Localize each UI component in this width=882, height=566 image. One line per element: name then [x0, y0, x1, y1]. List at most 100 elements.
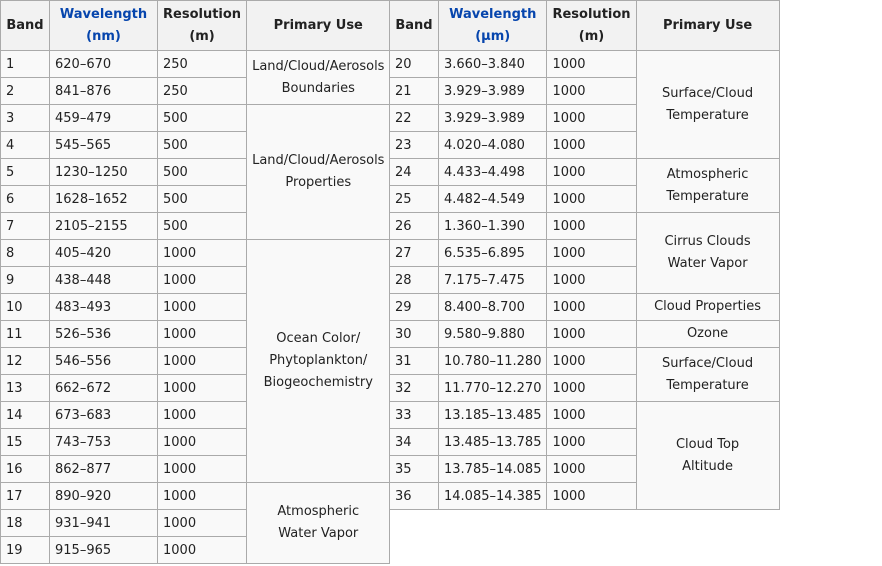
- resolution-cell: 250: [156, 50, 248, 78]
- band-cell: 21: [389, 77, 439, 105]
- resolution-cell: 1000: [546, 455, 637, 483]
- primary-use-line: Boundaries: [281, 80, 355, 96]
- resolution-cell: 1000: [156, 347, 248, 375]
- wavelength-cell: 13.485–13.785: [437, 428, 548, 456]
- wavelength-cell: 13.185–13.485: [437, 401, 548, 429]
- band-cell: 13: [0, 374, 50, 402]
- band-cell: 29: [389, 293, 439, 321]
- table-header-row: Band Wavelength (µm) Resolution (m) Prim…: [389, 0, 780, 51]
- band-cell: 15: [0, 428, 50, 456]
- wavelength-cell: 673–683: [49, 401, 158, 429]
- primary-use-line: Atmospheric: [277, 504, 360, 519]
- resolution-cell: 1000: [156, 509, 248, 537]
- primary-use-line: Surface/Cloud: [662, 355, 754, 371]
- wavelength-cell: 3.929–3.989: [437, 77, 548, 105]
- wavelength-cell: 4.020–4.080: [437, 131, 548, 159]
- band-cell: 22: [389, 104, 439, 132]
- resolution-cell: 1000: [156, 293, 248, 321]
- resolution-cell: 500: [156, 185, 248, 213]
- wavelength-cell: 4.482–4.549: [437, 185, 548, 213]
- primary-use-line: Atmospheric: [666, 166, 749, 182]
- wavelength-cell: 546–556: [49, 347, 158, 375]
- primary-use-line: Cirrus Clouds: [664, 234, 751, 249]
- table-row: 24 4.433–4.498 1000 Atmospheric Temperature: [389, 158, 780, 213]
- wavelength-cell: 1628–1652: [49, 185, 158, 213]
- band-cell: 24: [389, 158, 439, 186]
- wavelength-unit-link[interactable]: (nm): [55, 26, 152, 48]
- primary-use-line: Ozone: [686, 326, 729, 341]
- wavelength-cell: 483–493: [49, 293, 158, 321]
- resolution-cell: 1000: [156, 482, 248, 510]
- table-row: 33 13.185–13.485 1000 Cloud Top Altitude: [389, 401, 780, 510]
- wavelength-cell: 459–479: [49, 104, 158, 132]
- wavelength-cell: 6.535–6.895: [437, 239, 548, 267]
- wavelength-cell: 545–565: [49, 131, 158, 159]
- table-row: 29 8.400–8.700 1000 Cloud Properties: [389, 293, 780, 321]
- band-cell: 26: [389, 212, 439, 240]
- resolution-cell: 1000: [546, 320, 637, 348]
- table-row: 3 459–479 500 Land/Cloud/Aerosols Properties: [0, 104, 391, 240]
- resolution-cell: 1000: [546, 401, 637, 429]
- resolution-cell: 1000: [156, 428, 248, 456]
- primary-use-cell: Surface/Cloud Temperature: [635, 50, 780, 159]
- wavelength-link[interactable]: Wavelength: [55, 4, 152, 26]
- wavelength-cell: 14.085–14.385: [437, 482, 548, 510]
- wavelength-header[interactable]: Wavelength (nm): [49, 0, 158, 51]
- resolution-header: Resolution (m): [546, 0, 637, 51]
- primary-use-line: Temperature: [666, 188, 749, 204]
- resolution-cell: 500: [156, 131, 248, 159]
- wavelength-cell: 931–941: [49, 509, 158, 537]
- primary-use-line: Temperature: [666, 107, 749, 123]
- table-row: 8 405–420 1000 Ocean Color/Phytoplankton/Bi…: [0, 239, 391, 483]
- band-cell: 3: [0, 104, 50, 132]
- primary-use-cell: Land/Cloud/Aerosols Properties: [246, 104, 391, 240]
- wavelength-cell: 8.400–8.700: [437, 293, 548, 321]
- primary-use-line: Land/Cloud/Aerosols: [252, 58, 385, 74]
- wavelength-cell: 405–420: [49, 239, 158, 267]
- primary-use-line: Cloud Top: [675, 436, 740, 452]
- band-cell: 7: [0, 212, 50, 240]
- primary-use-line: Cloud Properties: [654, 299, 762, 314]
- resolution-cell: 1000: [546, 428, 637, 456]
- band-cell: 14: [0, 401, 50, 429]
- resolution-cell: 1000: [546, 50, 637, 78]
- wavelength-cell: 862–877: [49, 455, 158, 483]
- resolution-cell: 1000: [546, 158, 637, 186]
- primary-use-line: Biogeochemistry: [263, 375, 373, 390]
- primary-use-line: Temperature: [666, 377, 749, 393]
- table-row: 17 890–920 1000 Atmospheric Water Vapor: [0, 482, 391, 564]
- wavelength-unit-link[interactable]: (µm): [444, 26, 541, 48]
- wavelength-cell: 1.360–1.390: [437, 212, 548, 240]
- resolution-cell: 1000: [156, 374, 248, 402]
- resolution-cell: 1000: [156, 239, 248, 267]
- wavelength-cell: 7.175–7.475: [437, 266, 548, 294]
- band-cell: 4: [0, 131, 50, 159]
- band-cell: 12: [0, 347, 50, 375]
- wavelength-cell: 915–965: [49, 536, 158, 564]
- table-header-row: Band Wavelength (nm) Resolution (m) Prim…: [0, 0, 391, 51]
- table-row: 30 9.580–9.880 1000 Ozone: [389, 320, 780, 348]
- wavelength-cell: 3.929–3.989: [437, 104, 548, 132]
- bands-table-left: Band Wavelength (nm) Resolution (m) Prim…: [0, 0, 391, 564]
- wavelength-cell: 13.785–14.085: [437, 455, 548, 483]
- band-cell: 36: [389, 482, 439, 510]
- wavelength-cell: 3.660–3.840: [437, 50, 548, 78]
- wavelength-cell: 11.770–12.270: [437, 374, 548, 402]
- band-cell: 17: [0, 482, 50, 510]
- wavelength-header[interactable]: Wavelength (µm): [437, 0, 548, 51]
- band-cell: 25: [389, 185, 439, 213]
- primary-use-cell: Ozone: [635, 320, 780, 348]
- wavelength-cell: 890–920: [49, 482, 158, 510]
- wavelength-cell: 4.433–4.498: [437, 158, 548, 186]
- primary-use-cell: Cloud Properties: [635, 293, 780, 321]
- wavelength-cell: 438–448: [49, 266, 158, 294]
- band-cell: 2: [0, 77, 50, 105]
- wavelength-cell: 10.780–11.280: [437, 347, 548, 375]
- primary-use-line: Surface/Cloud: [662, 85, 754, 101]
- resolution-cell: 1000: [156, 401, 248, 429]
- resolution-cell: 500: [156, 212, 248, 240]
- wavelength-link[interactable]: Wavelength: [444, 4, 541, 26]
- wavelength-cell: 526–536: [49, 320, 158, 348]
- resolution-cell: 1000: [546, 131, 637, 159]
- band-cell: 5: [0, 158, 50, 186]
